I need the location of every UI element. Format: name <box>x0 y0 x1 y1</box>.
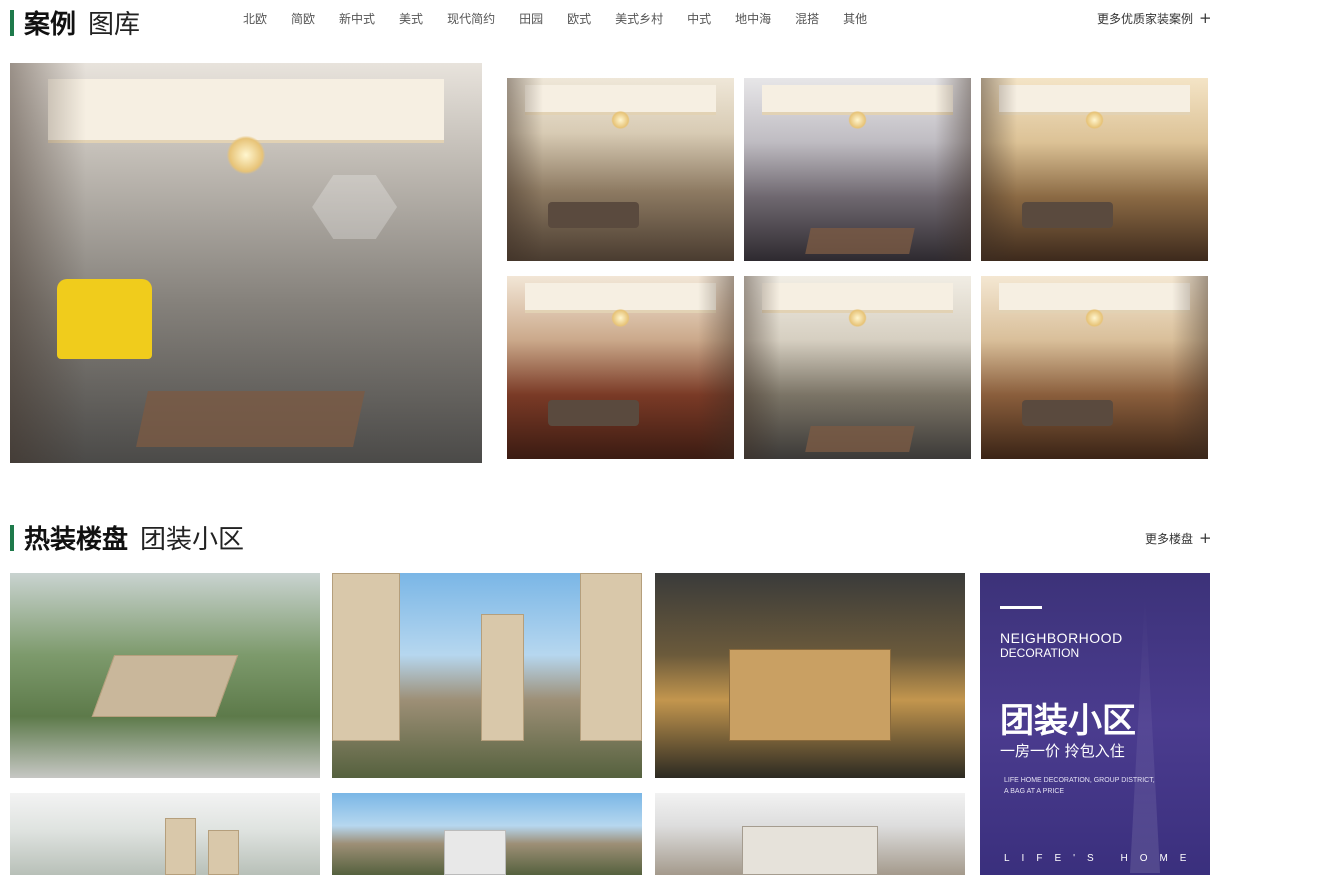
section-accent-bar <box>10 524 14 551</box>
promo-subtitle: 一房一价 拎包入住 <box>1000 742 1125 760</box>
community-promo-banner[interactable]: NEIGHBORHOOD DECORATION 团装小区 一房一价 拎包入住 L… <box>980 573 1210 875</box>
plus-icon: + <box>1199 9 1212 27</box>
case-thumbnail[interactable] <box>744 78 971 261</box>
lamp-shape <box>227 135 265 175</box>
category-link[interactable]: 混搭 <box>795 10 819 27</box>
case-thumbnail[interactable] <box>981 78 1208 261</box>
community-image[interactable] <box>655 793 965 875</box>
yellow-chair-shape <box>57 279 152 359</box>
category-link[interactable]: 新中式 <box>339 10 375 27</box>
category-link[interactable]: 其他 <box>843 10 867 27</box>
more-cases-label: 更多优质家装案例 <box>1097 12 1194 26</box>
rug-shape <box>136 391 366 447</box>
more-communities-link[interactable]: 更多楼盘 + <box>1145 530 1212 547</box>
case-thumbnail[interactable] <box>744 276 971 459</box>
category-nav: 北欧 简欧 新中式 美式 现代简约 田园 欧式 美式乡村 中式 地中海 混搭 其… <box>243 10 891 27</box>
building-shape <box>741 825 879 875</box>
community-image[interactable] <box>10 573 320 778</box>
building-shape <box>443 829 506 875</box>
promo-small-text: LIFE HOME DECORATION, GROUP DISTRICT, <box>1004 777 1155 784</box>
rug-shape <box>804 228 915 254</box>
case-thumbnail[interactable] <box>507 78 734 261</box>
promo-title: 团装小区 <box>1000 701 1136 741</box>
category-link[interactable]: 简欧 <box>291 10 315 27</box>
lamp-shape <box>1085 308 1104 328</box>
section-accent-bar <box>10 9 14 36</box>
wall-shade <box>507 78 544 261</box>
community-title: 热装楼盘 <box>24 525 129 555</box>
category-link[interactable]: 田园 <box>519 10 543 27</box>
building-shape <box>91 655 239 717</box>
ceiling-shape <box>47 79 445 143</box>
cases-subtitle: 图库 <box>88 10 141 40</box>
building-shape <box>729 648 891 742</box>
wall-shade <box>697 276 734 459</box>
community-image[interactable] <box>332 793 642 875</box>
community-section-header: 热装楼盘 团装小区 <box>10 519 244 556</box>
plus-icon: + <box>1199 529 1212 547</box>
promo-footer: LIFE'S HOME <box>1004 853 1199 864</box>
lamp-shape <box>848 308 867 328</box>
more-communities-label: 更多楼盘 <box>1145 532 1194 546</box>
wall-shade <box>981 78 1018 261</box>
wall-shade <box>1171 276 1208 459</box>
sofa-shape <box>547 400 639 427</box>
promo-en-line2: DECORATION <box>1000 646 1080 660</box>
promo-line <box>1000 606 1042 609</box>
community-image[interactable] <box>655 573 965 778</box>
lamp-shape <box>611 110 630 130</box>
case-thumbnail[interactable] <box>507 276 734 459</box>
lamp-shape <box>848 110 867 130</box>
community-image[interactable] <box>10 793 320 875</box>
building-shape <box>332 573 401 742</box>
category-link[interactable]: 地中海 <box>735 10 771 27</box>
community-subtitle: 团装小区 <box>140 525 245 555</box>
category-link[interactable]: 现代简约 <box>447 10 495 27</box>
promo-small-text: A BAG AT A PRICE <box>1004 788 1065 795</box>
hexagon-decor <box>312 175 398 239</box>
wall-shade <box>10 63 86 463</box>
building-shape <box>208 829 240 875</box>
building-shape <box>480 614 525 742</box>
lamp-shape <box>611 308 630 328</box>
wall-shade <box>934 78 971 261</box>
category-link[interactable]: 美式乡村 <box>615 10 663 27</box>
lamp-shape <box>1085 110 1104 130</box>
sofa-shape <box>547 202 639 229</box>
cases-title: 案例 <box>24 10 77 40</box>
community-image[interactable] <box>332 573 642 778</box>
category-link[interactable]: 中式 <box>687 10 711 27</box>
category-link[interactable]: 美式 <box>399 10 423 27</box>
category-link[interactable]: 北欧 <box>243 10 267 27</box>
case-thumbnail[interactable] <box>981 276 1208 459</box>
sofa-shape <box>1021 400 1113 427</box>
rug-shape <box>804 426 915 452</box>
cases-section-header: 案例 图库 <box>10 4 140 41</box>
more-cases-link[interactable]: 更多优质家装案例 + <box>1097 10 1212 27</box>
wall-shade <box>744 276 781 459</box>
promo-en-line1: NEIGHBORHOOD <box>1000 630 1123 646</box>
featured-case-image[interactable] <box>10 63 482 463</box>
building-shape <box>580 573 642 742</box>
category-link[interactable]: 欧式 <box>567 10 591 27</box>
sofa-shape <box>1021 202 1113 229</box>
building-shape <box>165 817 196 875</box>
